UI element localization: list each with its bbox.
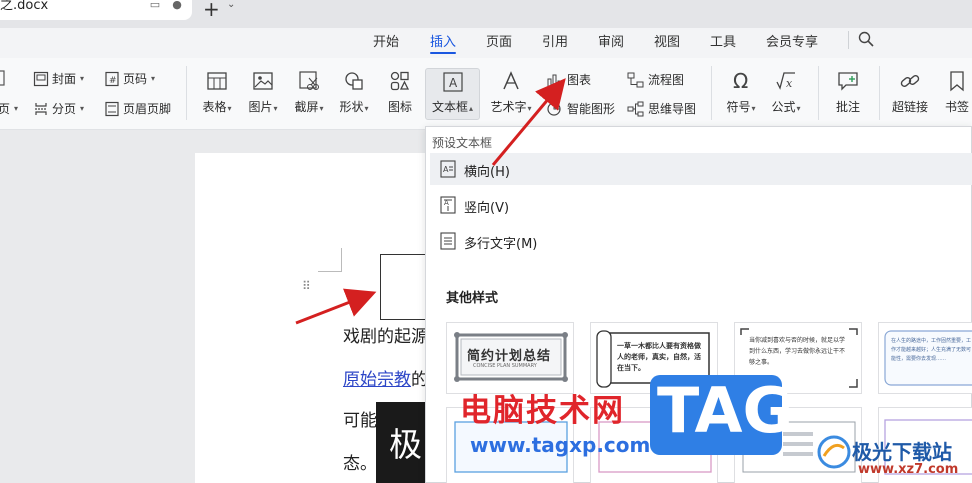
arrow-to-textbox [295,288,377,325]
watermark-cn-text: 电脑技术网 [460,393,625,429]
aurora-logo-icon [817,435,851,469]
watermark-tag-text: TAG [657,374,794,447]
watermark-site-url: www.xz7.com [858,462,959,477]
watermark-site-cn: 极光下载站 [852,440,952,464]
arrow-to-ribbon-textbox [491,78,566,166]
watermark-url: www.tagxp.com [470,433,651,457]
